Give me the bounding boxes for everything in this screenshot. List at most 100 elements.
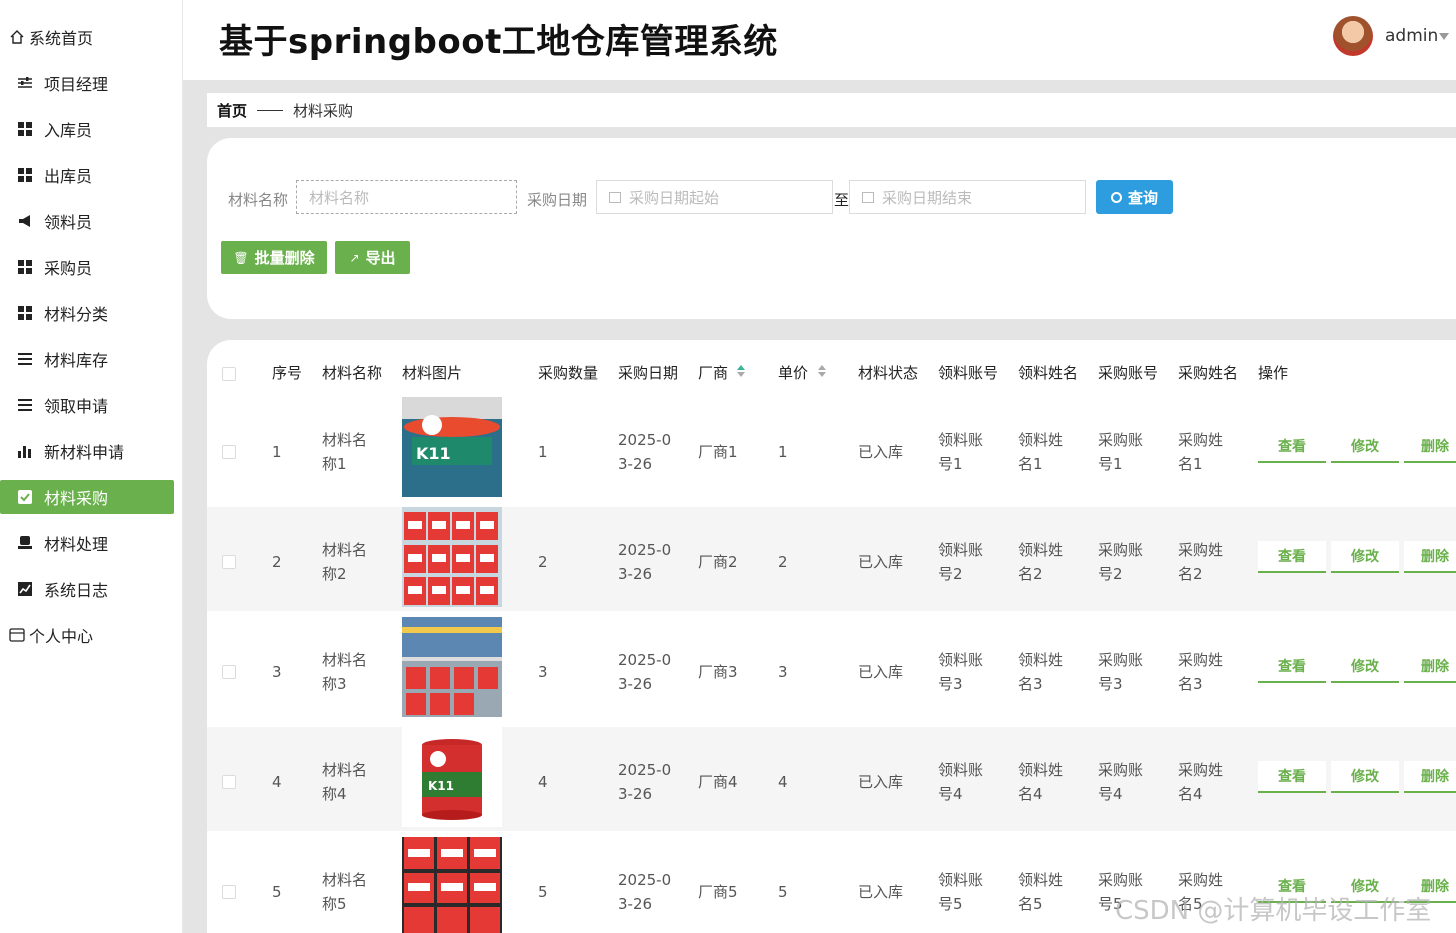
cell-receiver-name-line1: 领料姓 [1018,871,1064,889]
row-checkbox[interactable] [222,445,236,459]
date-end-placeholder: 采购日期结束 [882,188,973,207]
cell-name-line2: 称3 [322,675,347,693]
cell-buyer-name-line2: 名2 [1178,565,1203,583]
sidebar-item-11[interactable]: 材料处理 [0,526,174,560]
sidebar-item-7[interactable]: 材料库存 [0,342,174,376]
table-row: 2 材料名 称2 2 2025-0 3-26 厂商2 2 已入库 领料账 号2 领料姓 名2 采购账 号2 采… [207,507,1456,611]
sidebar-item-2[interactable]: 入库员 [0,112,174,146]
cell-index: 5 [272,883,282,901]
delete-button[interactable]: 删除 [1404,761,1456,793]
cell-index: 2 [272,553,282,571]
cell-buyer-name: 采购姓 名3 [1178,648,1223,696]
avatar[interactable] [1333,16,1373,56]
sidebar-item-9[interactable]: 新材料申请 [0,434,174,468]
view-button[interactable]: 查看 [1258,541,1326,573]
row-checkbox[interactable] [222,775,236,789]
cell-name: 材料名 称3 [322,648,367,696]
row-checkbox[interactable] [222,665,236,679]
cell-index: 1 [272,443,282,461]
date-start-input[interactable]: 采购日期起始 [596,180,833,214]
query-button-label: 查询 [1127,188,1158,207]
cell-name: 材料名 称2 [322,538,367,586]
sidebar-item-home[interactable]: 系统首页 [8,20,93,54]
sidebar-item-10[interactable]: 材料采购 [0,480,174,514]
sidebar-item-label: 采购员 [44,259,93,278]
batch-delete-button[interactable]: 🗑 批量删除 [221,241,327,274]
cell-status: 已入库 [858,663,904,681]
cell-price: 4 [778,773,788,791]
sort-vendor-icon[interactable] [737,365,745,377]
cell-date-line2: 3-26 [618,785,653,803]
cell-buyer-account-line2: 号3 [1098,675,1123,693]
column-header-price[interactable]: 单价 [778,362,808,383]
material-image [402,507,502,607]
check-square-icon [16,488,34,506]
cell-buyer-name-line1: 采购姓 [1178,541,1224,559]
cell-buyer-account-line2: 号1 [1098,455,1123,473]
cell-receiver-account-line1: 领料账 [938,541,984,559]
sort-price-icon[interactable] [818,365,826,377]
cell-name-line2: 称1 [322,455,347,473]
cell-receiver-account: 领料账 号3 [938,648,983,696]
cell-receiver-name-line2: 名3 [1018,675,1043,693]
delete-button[interactable]: 删除 [1404,541,1456,573]
query-button[interactable]: 查询 [1096,180,1173,214]
cell-buyer-name: 采购姓名2 [1178,538,1223,586]
export-button[interactable]: ↗ 导出 [335,241,410,274]
edit-button[interactable]: 修改 [1331,541,1399,573]
user-name[interactable]: admin [1385,26,1438,46]
sidebar-item-5[interactable]: 采购员 [0,250,174,284]
view-button[interactable]: 查看 [1258,431,1326,463]
row-checkbox[interactable] [222,555,236,569]
edit-button[interactable]: 修改 [1331,651,1399,683]
cell-receiver-account-line2: 号5 [938,895,963,913]
cell-index: 4 [272,773,282,791]
breadcrumb-current: 材料采购 [293,101,354,120]
name-filter-input[interactable]: 材料名称 [296,180,517,214]
view-button[interactable]: 查看 [1258,761,1326,793]
sidebar-item-8[interactable]: 领取申请 [0,388,174,422]
sidebar-item-profile[interactable]: 个人中心 [8,618,93,652]
column-header-qty: 采购数量 [538,364,599,382]
cell-receiver-name-line2: 名4 [1018,785,1043,803]
column-header-vendor[interactable]: 厂商 [698,362,728,383]
sidebar-item-4[interactable]: 领料员 [0,204,174,238]
delete-button[interactable]: 删除 [1404,431,1456,463]
list-icon [16,396,34,414]
date-end-input[interactable]: 采购日期结束 [849,180,1086,214]
cell-buyer-name-line2: 名1 [1178,455,1203,473]
edit-button[interactable]: 修改 [1331,431,1399,463]
export-label: 导出 [365,249,396,267]
sidebar: 系统首页 项目经理入库员出库员领料员采购员材料分类材料库存领取申请新材料申请材料… [0,0,183,933]
cell-name: 材料名 称5 [322,868,367,916]
sidebar-item-3[interactable]: 出库员 [0,158,174,192]
watermark: CSDN @计算机毕设工作室 [1115,896,1432,926]
cell-buyer-name-line1: 采购姓 [1178,761,1224,779]
column-header-buyer-name: 采购姓名 [1178,364,1239,382]
view-button[interactable]: 查看 [1258,651,1326,683]
row-checkbox[interactable] [222,885,236,899]
sidebar-item-12[interactable]: 系统日志 [0,572,174,606]
cell-date: 2025-0 3-26 [618,428,671,476]
edit-button[interactable]: 修改 [1331,761,1399,793]
grid-icon [16,304,34,322]
cell-status: 已入库 [858,553,904,571]
cell-receiver-name-line1: 领料姓 [1018,541,1064,559]
sidebar-item-label: 出库员 [44,167,93,186]
select-all-checkbox[interactable] [222,367,236,381]
table-row: 4 材料名 称4 K11 4 2025-0 3-26 厂商4 4 已入库 领料账 号4 领料姓 名4 采购账… [207,727,1456,831]
delete-button[interactable]: 删除 [1404,651,1456,683]
breadcrumb-home[interactable]: 首页 [217,100,247,121]
cell-date-line2: 3-26 [618,895,653,913]
cell-name-line1: 材料名 [322,541,368,559]
cell-receiver-account-line1: 领料账 [938,761,984,779]
cell-receiver-name-line2: 名5 [1018,895,1043,913]
chevron-down-icon[interactable] [1439,33,1449,40]
cell-date-line1: 2025-0 [618,431,672,449]
sidebar-item-1[interactable]: 项目经理 [0,66,174,100]
cell-buyer-name: 采购姓 名4 [1178,758,1223,806]
cell-receiver-account: 领料账 号4 [938,758,983,806]
cell-date: 2025-0 3-26 [618,758,671,806]
cell-name-line1: 材料名 [322,761,368,779]
sidebar-item-6[interactable]: 材料分类 [0,296,174,330]
